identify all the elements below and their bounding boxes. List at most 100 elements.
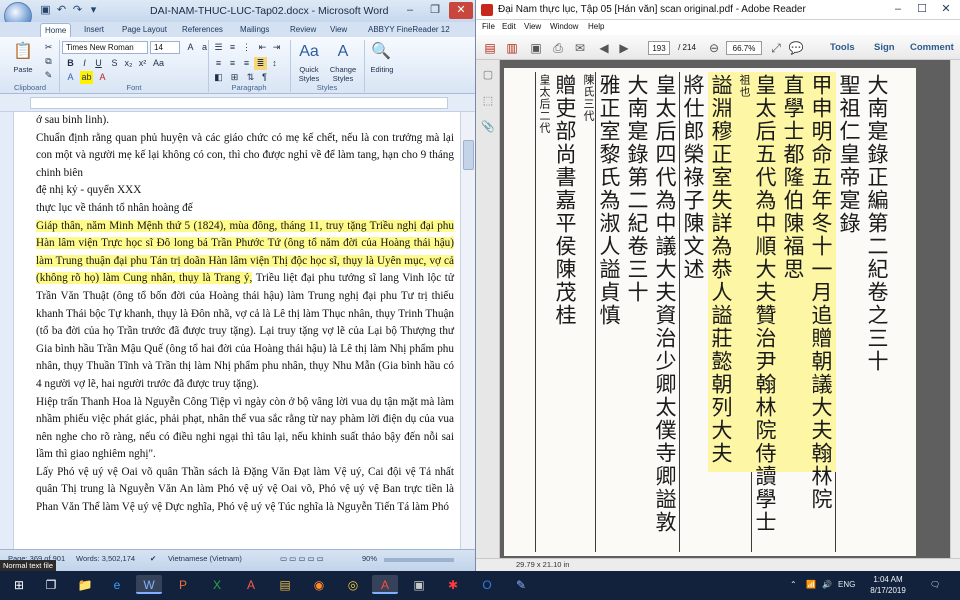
volume-icon[interactable]: 🔊: [822, 580, 832, 589]
page-thumbnails-icon[interactable]: ▢: [481, 68, 495, 82]
zoom-combo[interactable]: 66.7%: [726, 41, 762, 55]
paste-icon[interactable]: 📋: [10, 39, 36, 65]
increase-indent-icon[interactable]: ⇥: [270, 41, 283, 54]
tab-view[interactable]: View: [326, 23, 351, 37]
adobe-close-button[interactable]: ✕: [934, 1, 958, 18]
undo-icon[interactable]: ↶: [54, 3, 69, 18]
acrobat-icon[interactable]: A: [238, 575, 264, 596]
chrome-icon[interactable]: ◎: [340, 575, 366, 596]
tab-page-layout[interactable]: Page Layout: [118, 23, 171, 37]
adobe-maximize-button[interactable]: ☐: [910, 1, 934, 18]
subscript-icon[interactable]: x₂: [122, 57, 135, 70]
customize-quick-access-icon[interactable]: ▾: [86, 3, 101, 18]
save-icon[interactable]: ▣: [38, 3, 53, 18]
excel-icon[interactable]: X: [204, 575, 230, 596]
align-center-icon[interactable]: ≡: [226, 57, 239, 70]
bookmarks-icon[interactable]: ⬚: [481, 94, 495, 108]
menu-edit[interactable]: Edit: [502, 22, 516, 31]
redo-icon[interactable]: ↷: [70, 3, 85, 18]
font-size-combo[interactable]: 14: [150, 41, 180, 54]
word-restore-button[interactable]: ❐: [423, 2, 447, 19]
justify-icon[interactable]: ≣: [254, 57, 267, 70]
folder-icon[interactable]: ▤: [272, 575, 298, 596]
cut-icon[interactable]: ✂: [42, 41, 55, 54]
format-painter-icon[interactable]: ✎: [42, 69, 55, 82]
comment-bubble-icon[interactable]: 💬: [788, 40, 804, 56]
word-taskbar-icon[interactable]: W: [136, 575, 162, 594]
next-page-icon[interactable]: ▶: [616, 40, 632, 56]
zoom-slider[interactable]: [384, 558, 454, 562]
adobe-minimize-button[interactable]: –: [886, 1, 910, 18]
multilevel-list-icon[interactable]: ⋮: [240, 41, 253, 54]
tools-pane-button[interactable]: Tools: [830, 42, 855, 53]
save-icon[interactable]: ▣: [528, 40, 544, 56]
italic-button[interactable]: I: [78, 57, 91, 70]
quick-styles-icon[interactable]: Aa: [296, 39, 322, 65]
task-view-icon[interactable]: ❐: [38, 575, 64, 596]
bullets-icon[interactable]: ☰: [212, 41, 225, 54]
grow-font-icon[interactable]: A: [184, 41, 197, 54]
editing-button[interactable]: Editing: [362, 65, 402, 74]
underline-button[interactable]: U: [92, 57, 105, 70]
network-icon[interactable]: 📶: [806, 580, 816, 589]
game-icon[interactable]: ✱: [440, 575, 466, 596]
word-count[interactable]: Words: 3,502,174: [76, 554, 135, 563]
document-viewer[interactable]: 大南寔錄正編第二紀卷之三十 聖祖仁皇帝寔錄 甲申明命五年冬十一月追贈朝議大夫翰林院直…: [500, 60, 950, 558]
copy-icon[interactable]: ⧉: [42, 55, 55, 68]
find-icon[interactable]: 🔍: [368, 39, 394, 65]
notes-icon[interactable]: ✎: [508, 575, 534, 596]
app-icon[interactable]: ▣: [406, 575, 432, 596]
tab-insert[interactable]: Insert: [80, 23, 108, 37]
powerpoint-icon[interactable]: P: [170, 575, 196, 596]
language-indicator[interactable]: Vietnamese (Vietnam): [168, 554, 242, 563]
tab-review[interactable]: Review: [286, 23, 320, 37]
tray-chevron-icon[interactable]: ⌃: [790, 580, 797, 589]
adobe-vertical-scrollbar[interactable]: [950, 60, 960, 558]
menu-view[interactable]: View: [524, 22, 541, 31]
open-icon[interactable]: ▥: [504, 40, 520, 56]
change-styles-button[interactable]: Change Styles: [324, 65, 362, 83]
notifications-icon[interactable]: 🗨: [930, 580, 940, 589]
previous-page-icon[interactable]: ◀: [596, 40, 612, 56]
word-close-button[interactable]: ✕: [449, 2, 473, 19]
change-styles-icon[interactable]: A: [330, 39, 356, 65]
tab-home[interactable]: Home: [40, 23, 72, 37]
file-explorer-icon[interactable]: 📁: [72, 575, 98, 596]
sign-pane-button[interactable]: Sign: [874, 42, 895, 53]
strikethrough-icon[interactable]: S: [108, 57, 121, 70]
print-icon[interactable]: ⎙: [550, 40, 566, 56]
superscript-icon[interactable]: x²: [136, 57, 149, 70]
menu-file[interactable]: File: [482, 22, 495, 31]
align-right-icon[interactable]: ≡: [240, 57, 253, 70]
firefox-icon[interactable]: ◉: [306, 575, 332, 596]
zoom-level[interactable]: 90%: [362, 554, 377, 563]
scrollbar-thumb[interactable]: [463, 140, 474, 170]
input-language[interactable]: ENG: [838, 580, 855, 589]
menu-window[interactable]: Window: [550, 22, 578, 31]
tab-mailings[interactable]: Mailings: [236, 23, 273, 37]
menu-help[interactable]: Help: [588, 22, 604, 31]
view-buttons[interactable]: ▭ ▭ ▭ ▭ ▭: [280, 554, 324, 563]
outlook-icon[interactable]: O: [474, 575, 500, 596]
decrease-indent-icon[interactable]: ⇤: [256, 41, 269, 54]
word-minimize-button[interactable]: –: [398, 2, 422, 19]
clock[interactable]: 1:04 AM 8/17/2019: [858, 574, 918, 596]
line-spacing-icon[interactable]: ↕: [268, 57, 281, 70]
change-case-icon[interactable]: Aa: [152, 57, 165, 70]
proofing-icon[interactable]: ✔: [150, 554, 156, 563]
fit-page-icon[interactable]: ⤢: [768, 40, 784, 56]
paste-button[interactable]: Paste: [8, 65, 38, 74]
bold-button[interactable]: B: [64, 57, 77, 70]
word-vertical-scrollbar[interactable]: [460, 112, 475, 549]
zoom-out-icon[interactable]: ⊖: [706, 40, 722, 56]
align-left-icon[interactable]: ≡: [212, 57, 225, 70]
document-body[interactable]: ớ sau binh linh). Chuẩn định rằng quan p…: [30, 112, 460, 549]
numbering-icon[interactable]: ≡: [226, 41, 239, 54]
email-icon[interactable]: ✉: [572, 40, 588, 56]
adobe-reader-taskbar-icon[interactable]: A: [372, 575, 398, 594]
page-number-input[interactable]: 193: [648, 41, 670, 55]
edge-icon[interactable]: e: [104, 575, 130, 596]
tab-abbyy[interactable]: ABBYY FineReader 12: [364, 23, 454, 37]
tab-references[interactable]: References: [178, 23, 227, 37]
comment-pane-button[interactable]: Comment: [910, 42, 954, 53]
